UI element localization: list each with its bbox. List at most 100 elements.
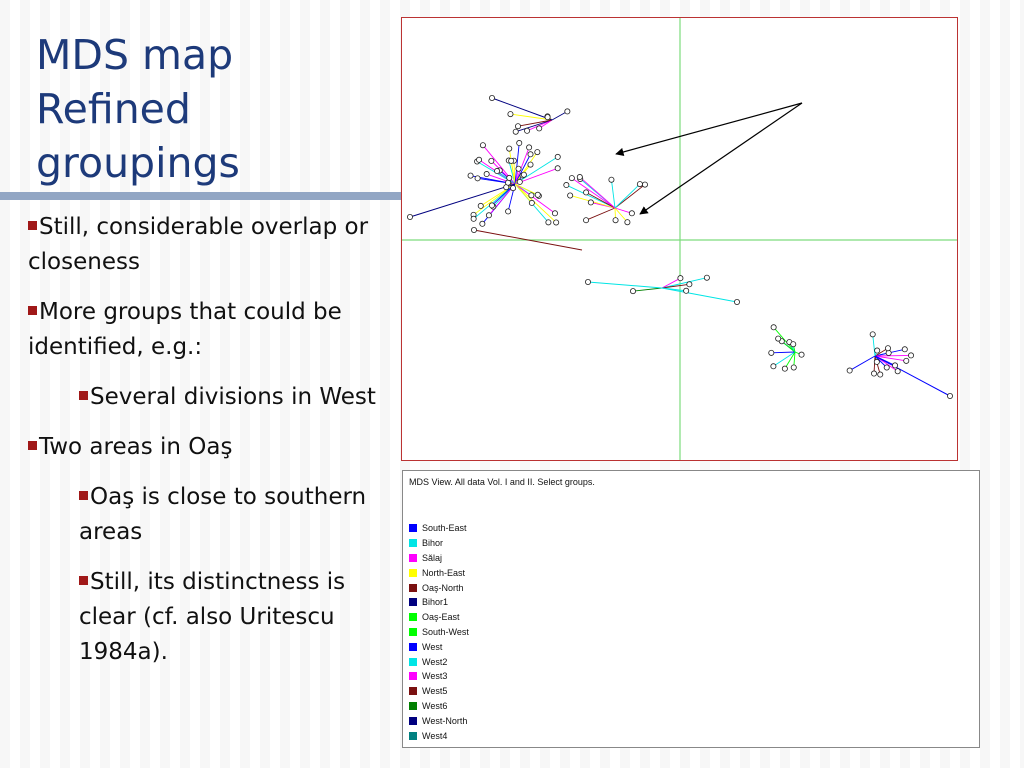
mds-link-line [661, 287, 738, 303]
mds-point [874, 347, 881, 354]
mds-link-line [874, 355, 951, 397]
legend-swatch [409, 524, 417, 533]
legend-item: West5 [409, 684, 469, 699]
mds-point [554, 153, 561, 160]
legend-label: West6 [422, 700, 448, 711]
mds-point [508, 157, 515, 164]
mds-point [683, 287, 690, 294]
mds-point [515, 165, 522, 172]
mds-point [483, 171, 490, 178]
bullet-item: Two areas in Oaş [28, 430, 388, 465]
mds-point [479, 220, 486, 227]
mds-point [775, 335, 782, 342]
legend-swatch [409, 568, 417, 577]
mds-point [479, 142, 486, 149]
legend-swatch [409, 583, 417, 592]
mds-point [476, 156, 483, 163]
mds-point [628, 210, 635, 217]
mds-point [677, 275, 684, 282]
mds-point [686, 281, 693, 288]
legend-list: South-East Bihor Sălaj North-East Oaş-North B… [409, 521, 469, 743]
mds-point [551, 210, 558, 217]
legend-swatch [409, 553, 417, 562]
mds-point [583, 189, 590, 196]
mds-link-line [632, 287, 663, 292]
legend-label: West3 [422, 671, 448, 682]
mds-link-line [849, 355, 876, 371]
legend-swatch [409, 731, 417, 740]
bullet-text: Still, its distinctness is clear (cf. al… [79, 569, 346, 665]
mds-link-line [614, 184, 646, 209]
legend-item: Oaş-East [409, 610, 469, 625]
mds-point [527, 161, 534, 168]
mds-point [528, 192, 535, 199]
legend-item: West-North [409, 713, 469, 728]
mds-point [564, 108, 571, 115]
legend-swatch [409, 539, 417, 548]
legend-panel: MDS View. All data Vol. I and II. Select… [402, 470, 980, 748]
mds-point [768, 349, 775, 356]
bullet-marker-icon [28, 441, 37, 450]
title-line: groupings [36, 139, 240, 187]
sub-bullet-item: Still, its distinctness is clear (cf. al… [79, 565, 388, 670]
legend-label: West-North [422, 715, 468, 726]
mds-point [524, 127, 531, 134]
mds-point [798, 351, 805, 358]
legend-item: South-West [409, 625, 469, 640]
mds-point [467, 172, 474, 179]
mds-point [612, 217, 619, 224]
mds-point [567, 192, 574, 199]
mds-point [488, 157, 495, 164]
mds-point [770, 363, 777, 370]
mds-link-line [872, 334, 876, 357]
mds-point [584, 278, 591, 285]
legend-swatch [409, 716, 417, 725]
sub-bullet-item: Several divisions in West [79, 380, 388, 415]
bullet-item: More groups that could be identified, e.… [28, 295, 388, 365]
legend-swatch [409, 657, 417, 666]
mds-point [869, 331, 876, 338]
mds-point [903, 357, 910, 364]
mds-link-line [514, 183, 556, 214]
legend-label: South-East [422, 523, 467, 534]
legend-item: Bihor1 [409, 595, 469, 610]
bullet-marker-icon [28, 306, 37, 315]
mds-link-line [585, 207, 616, 221]
mds-point [568, 175, 575, 182]
mds-point [947, 392, 954, 399]
legend-swatch [409, 672, 417, 681]
mds-point [528, 199, 535, 206]
bullet-text: Two areas in Oaş [39, 434, 233, 460]
mds-point [536, 125, 543, 132]
bullet-text: Several divisions in West [90, 384, 376, 410]
mds-point [534, 149, 541, 156]
slide-title: MDS map Refined groupings [36, 28, 240, 190]
legend-label: Bihor [422, 538, 444, 549]
mds-point [506, 145, 513, 152]
legend-item: West2 [409, 654, 469, 669]
legend-item: Bihor [409, 536, 469, 551]
mds-link-line [480, 183, 516, 207]
mds-point [470, 215, 477, 222]
legend-item: West [409, 639, 469, 654]
mds-point [516, 140, 523, 147]
mds-point [901, 346, 908, 353]
legend-swatch [409, 613, 417, 622]
mds-point [703, 274, 710, 281]
mds-link-line [514, 183, 557, 223]
legend-label: West4 [422, 730, 448, 741]
mds-point [576, 174, 583, 181]
mds-link-line [491, 97, 553, 121]
mds-point [873, 358, 880, 365]
mds-link-line [587, 281, 663, 289]
mds-point [583, 217, 590, 224]
mds-point [534, 191, 541, 198]
legend-item: West6 [409, 699, 469, 714]
mds-point [892, 362, 899, 369]
mds-point [790, 341, 797, 348]
mds-point [526, 144, 533, 151]
mds-point [846, 367, 853, 374]
annotation-arrow [615, 102, 803, 157]
bullet-marker-icon [79, 391, 88, 400]
legend-item: North-East [409, 565, 469, 580]
